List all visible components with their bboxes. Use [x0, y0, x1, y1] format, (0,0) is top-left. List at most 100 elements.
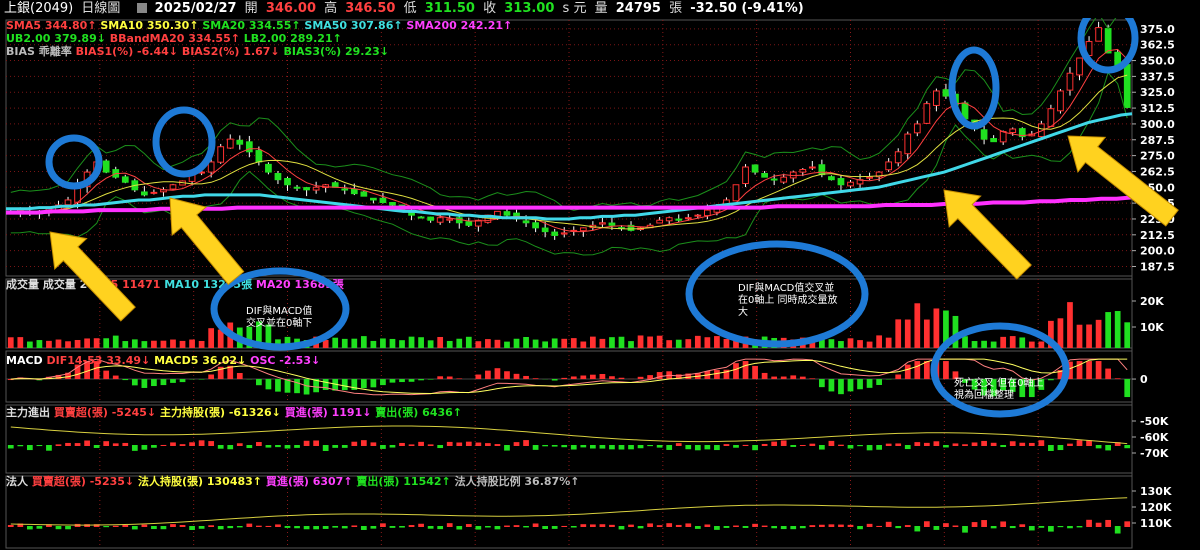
osc-bar [1048, 379, 1054, 381]
osc-bar [513, 373, 520, 380]
candle-body [980, 129, 988, 140]
stock-chart[interactable]: 375.0 362.5 350.0 337.5 325.0 312.5 300.0 287.5… [0, 18, 1200, 550]
main-force-bar [828, 440, 835, 446]
candle-body [1047, 108, 1055, 127]
volume-bar [122, 341, 129, 348]
main-force-bar [990, 442, 997, 446]
volume-bar [599, 338, 606, 348]
candle-body [933, 90, 940, 106]
main-force-bar [904, 445, 911, 450]
institutional-bar [723, 526, 730, 528]
volume-bar [332, 337, 339, 348]
institutional-bar [103, 526, 110, 528]
price-legend-row3-item: BIAS 乖離率 [6, 44, 76, 58]
osc-bar [561, 377, 568, 380]
volume-bar [351, 338, 358, 348]
institutional-bar [981, 520, 987, 527]
main-force-bar [885, 443, 892, 446]
volume-bar [1009, 336, 1016, 348]
main-force-bar [141, 445, 148, 450]
osc-bar [389, 379, 396, 383]
institutional-bar [504, 525, 510, 527]
main-force-bar [551, 445, 558, 447]
institutional-bar [847, 524, 854, 527]
main-force-bar [666, 445, 673, 450]
institutional-bar [694, 526, 701, 529]
main-force-bar [838, 444, 844, 446]
institutional-bar [1028, 526, 1035, 531]
institutional-bar [819, 524, 825, 527]
volume-bar [609, 337, 615, 348]
candle-body [503, 211, 511, 216]
institutional-bar [914, 526, 921, 532]
main-force-bar [714, 445, 720, 451]
main-force-bar [427, 444, 434, 446]
institutional-bar [122, 524, 129, 527]
institutional-bar [141, 524, 148, 527]
institutional-bar [923, 521, 930, 527]
institutional-bar [971, 522, 978, 527]
institutional-bar [1086, 519, 1092, 527]
volume-bar [151, 340, 157, 348]
institutional-bar [618, 526, 625, 530]
candle-body [599, 222, 606, 225]
main-force-bar [313, 440, 319, 446]
candle-body [293, 186, 301, 189]
volume-bar [208, 328, 215, 348]
main-force-bar [93, 445, 100, 448]
main-force-bar [1095, 445, 1102, 449]
volume-unit: 張 [669, 1, 683, 16]
annotation-line: DIF與MACD值 [246, 304, 312, 317]
main-force-bar [189, 442, 195, 446]
main-force-bar [675, 443, 682, 446]
volume-bar [36, 340, 43, 348]
volume-bar [962, 336, 968, 348]
institutional-legend: 法人 買賣超(張) -5235↓ 法人持股(張) 130483↑ 買進(張) 6… [6, 474, 579, 488]
volume-bar [1038, 341, 1045, 348]
candle-body [150, 191, 158, 194]
institutional-bar [876, 525, 882, 527]
main-force-bar [246, 445, 253, 449]
main-force-bar [1000, 445, 1007, 448]
main-force-bar [656, 445, 663, 448]
osc-bar [771, 376, 778, 380]
volume-bar [971, 341, 978, 348]
volume-bar [923, 319, 930, 348]
institutional-bar [933, 526, 940, 530]
volume-bar [675, 339, 682, 348]
main-force-bar [332, 445, 339, 448]
volume-bar [74, 339, 81, 348]
institutional-bar [580, 524, 587, 527]
price-tick-label: 262.5 [1140, 165, 1175, 178]
price-tick-label: 350.0 [1140, 55, 1175, 68]
institutional-bar [1124, 521, 1131, 527]
main-force-bar [26, 445, 33, 451]
candle-body [694, 214, 702, 217]
main-force-tick-label: -70K [1140, 447, 1169, 460]
main-force-bar [446, 441, 453, 446]
volume-bar [981, 340, 987, 348]
candle-body [226, 138, 234, 149]
calendar-icon[interactable] [136, 3, 147, 13]
main-force-legend: 主力進出 買賣超(張) -5245↓ 主力持股(張) -61326↓ 買進(張)… [6, 405, 462, 419]
volume-bar [647, 336, 653, 348]
main-force-bar [46, 445, 52, 451]
institutional-bar [151, 526, 157, 530]
institutional-bar [322, 526, 329, 529]
institutional-bar [857, 526, 863, 530]
osc-bar [1095, 361, 1102, 380]
institutional-bar [26, 526, 33, 530]
main-force-bar [914, 442, 921, 446]
institutional-bar [761, 525, 768, 527]
osc-bar [847, 379, 854, 392]
period-label[interactable]: 日線圖 [81, 1, 120, 16]
main-force-bar [208, 441, 215, 446]
institutional-bar [332, 526, 339, 528]
osc-bar [799, 376, 806, 380]
volume-bar [570, 338, 577, 348]
institutional-bar [370, 526, 377, 529]
main-force-bar [570, 445, 577, 450]
volume-bar [828, 339, 835, 348]
institutional-bar [771, 526, 778, 529]
main-force-bar [943, 445, 949, 448]
